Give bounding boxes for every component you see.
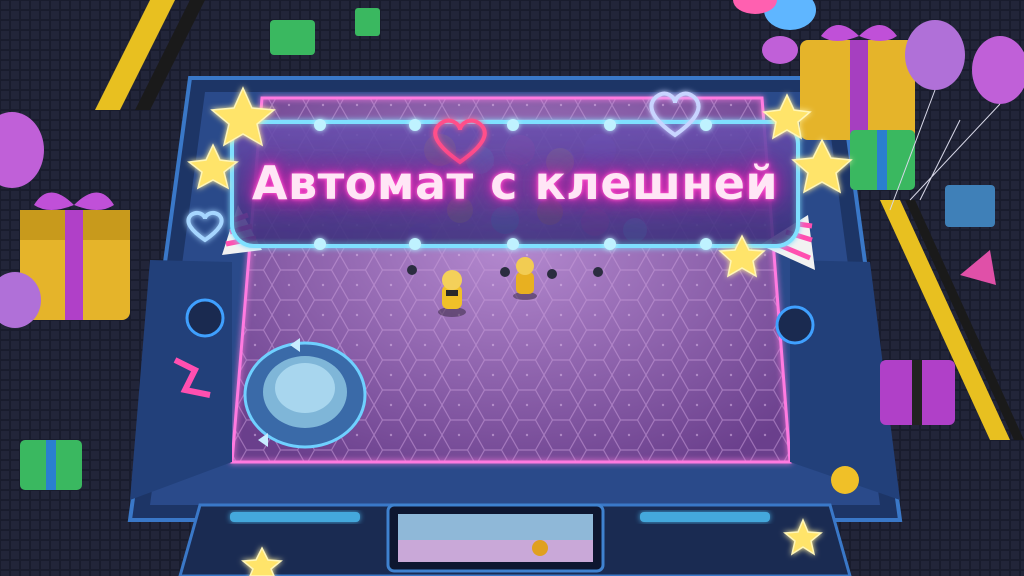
skull-icon: [831, 466, 859, 494]
gift-box-icon: [945, 185, 995, 227]
arena-scene: [0, 0, 1024, 576]
game-viewport: Автомат с клешней: [0, 0, 1024, 576]
game-title: Автомат с клешней: [251, 156, 779, 210]
gift-box-icon: [20, 440, 82, 490]
gift-box-icon: [850, 130, 915, 190]
gift-box-icon: [800, 25, 915, 140]
control-panel: [178, 503, 852, 576]
opponent-character: [513, 257, 537, 300]
gift-box-icon: [880, 360, 955, 425]
title-plate: Автомат с клешней: [230, 118, 800, 248]
